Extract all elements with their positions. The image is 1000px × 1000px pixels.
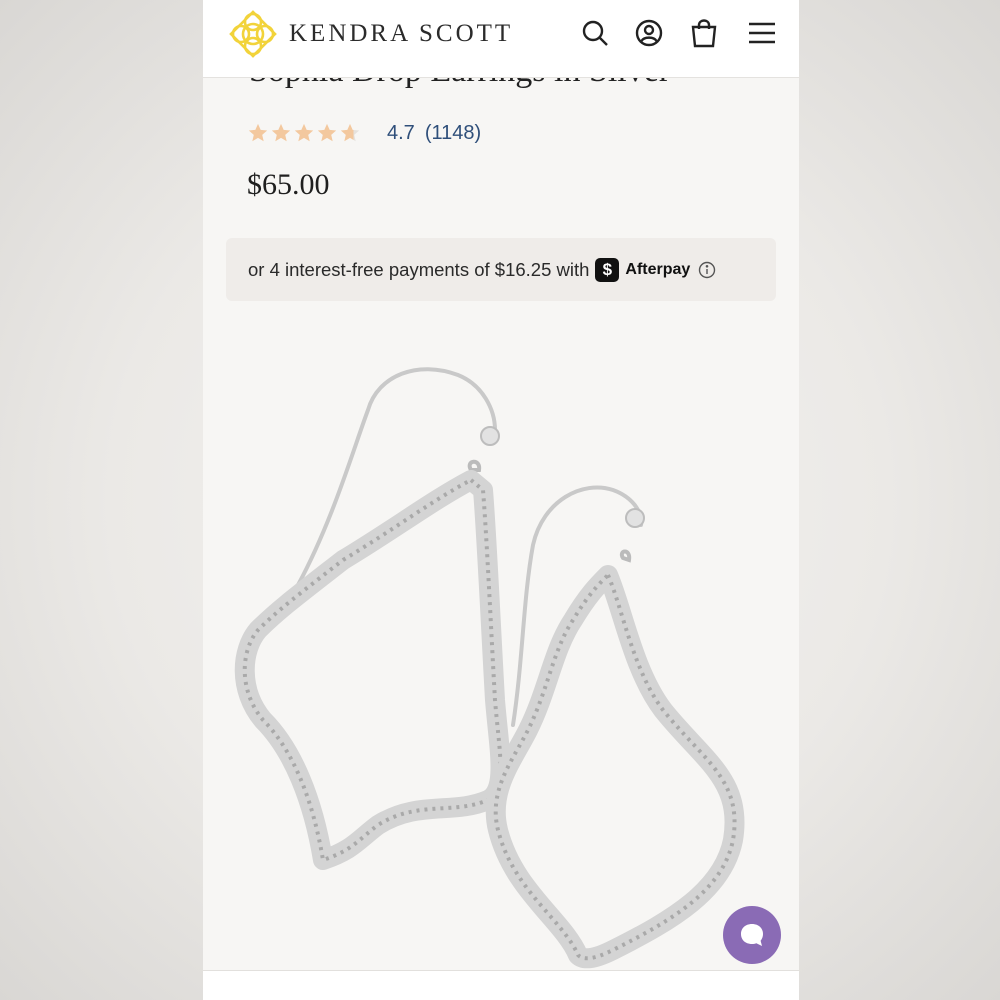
earring-left-icon [234,367,511,870]
bottom-bar [203,970,799,1000]
info-icon[interactable] [698,261,716,279]
star-icon [271,123,291,142]
chat-button[interactable] [723,906,781,964]
afterpay-brand: Afterpay [625,260,691,278]
rating-stars [247,122,361,144]
brand-name[interactable]: KENDRA SCOTT [289,20,513,48]
product-image[interactable] [203,330,799,970]
review-count[interactable]: (1148) [425,122,481,145]
account-icon[interactable] [633,17,665,49]
product-price: $65.00 [247,168,330,201]
star-icon [317,123,337,142]
site-header: KENDRA SCOTT [203,0,799,78]
product-rating[interactable]: 4.7 (1148) [247,118,481,148]
star-icon [294,123,314,142]
star-icon [248,123,268,142]
search-icon[interactable] [579,17,611,49]
bag-icon[interactable] [688,17,720,49]
phone-screen: KENDRA SCOTT Sophia Drop Earrings in Sil… [203,0,799,1000]
star-partial-icon [340,123,360,142]
kendra-scott-logo-icon[interactable] [227,8,279,60]
earring-right-icon [485,485,745,969]
chat-bubble-icon [741,924,763,946]
afterpay-banner: or 4 interest-free payments of $16.25 wi… [226,238,776,301]
cash-app-badge-icon: $ [595,257,620,282]
afterpay-text: or 4 interest-free payments of $16.25 wi… [248,258,590,280]
menu-icon[interactable] [746,17,778,49]
rating-value[interactable]: 4.7 [387,122,415,145]
